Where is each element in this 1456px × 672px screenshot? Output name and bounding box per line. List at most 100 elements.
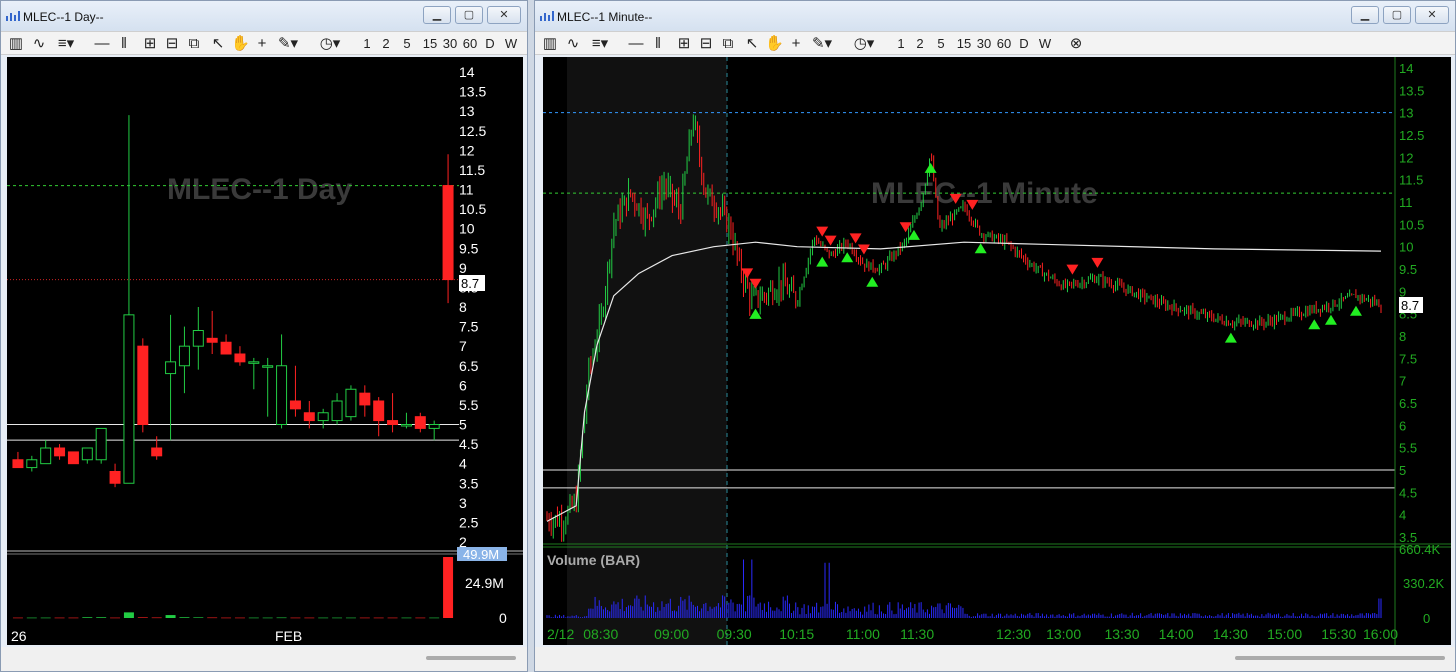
volume-bar (68, 617, 79, 619)
x-axis-label: 26 (11, 628, 27, 644)
minute-chart-svg: MLEC--1 Minute 1413.51312.51211.51110.51… (543, 57, 1451, 645)
sell-marker (749, 278, 762, 289)
candle-body (137, 345, 149, 425)
close-button[interactable]: ✕ (487, 6, 521, 24)
hand-icon[interactable]: ✋ (231, 35, 250, 53)
close-icon: ✕ (1427, 9, 1437, 21)
candle-body (442, 185, 454, 281)
indicator-icon[interactable]: ≡▾ (587, 35, 613, 53)
interval-1-button[interactable]: 1 (895, 35, 907, 53)
interval-week-button[interactable]: W (1037, 35, 1053, 53)
interval-2-button[interactable]: 2 (380, 35, 392, 53)
volume-bar (443, 557, 454, 618)
volume-bar (262, 617, 273, 619)
hand-icon[interactable]: ✋ (765, 35, 784, 53)
crosshair-icon[interactable]: + (787, 35, 805, 53)
clock-icon[interactable]: ◷▾ (849, 35, 879, 53)
draw-pencil-icon[interactable]: ✎▾ (807, 35, 837, 53)
chart-type-icon[interactable]: ▥ (541, 35, 559, 53)
volume-bar (193, 617, 204, 618)
candle-body (276, 365, 288, 425)
interval-60-button[interactable]: 60 (461, 35, 479, 53)
candle-body (165, 361, 177, 375)
candle-body (12, 459, 24, 469)
interval-day-button[interactable]: D (483, 35, 497, 53)
interval-day-button[interactable]: D (1017, 35, 1031, 53)
maximize-button[interactable]: ▢ (1383, 6, 1411, 24)
interval-1-button[interactable]: 1 (361, 35, 373, 53)
y-axis-label: 13 (1399, 106, 1413, 121)
volume-panel-label: Volume (BAR) (547, 552, 640, 568)
chart-type-icon[interactable]: ▥ (7, 35, 25, 53)
line-chart-icon[interactable]: ∿ (563, 35, 583, 53)
y-axis-label: 3 (459, 495, 467, 511)
horizontal-line-icon[interactable]: — (93, 35, 111, 53)
minimize-button[interactable]: ▁ (423, 6, 451, 24)
vertical-line-icon[interactable]: ‖ (115, 35, 133, 53)
title-bar[interactable]: MLEC--1 Minute-- ▁ ▢ ✕ (535, 1, 1455, 31)
volume-bar (276, 617, 287, 619)
y-axis-label: 8 (1399, 329, 1406, 344)
interval-60-button[interactable]: 60 (995, 35, 1013, 53)
candle-body (331, 400, 343, 422)
maximize-icon: ▢ (463, 9, 475, 21)
interval-15-button[interactable]: 15 (955, 35, 973, 53)
zoom-out-icon[interactable]: ⊟ (697, 35, 715, 53)
daily-chart-area[interactable]: MLEC--1 Day 14 13.5 13 12.5 12 11.5 11 10.5 10 9.… (7, 57, 523, 645)
volume-axis-label: 0 (1423, 611, 1430, 626)
interval-30-button[interactable]: 30 (975, 35, 993, 53)
minute-chart-area[interactable]: MLEC--1 Minute 14 13.5 13 12.5 12 11.5 11 10.5 1… (543, 57, 1451, 645)
y-axis-label: 12 (1399, 150, 1413, 165)
volume-bar (373, 617, 384, 619)
zoom-fit-icon[interactable]: ⧉ (719, 35, 737, 53)
candle-body (387, 420, 399, 426)
pointer-icon[interactable]: ↖ (743, 35, 761, 53)
horizontal-scrollbar[interactable] (1, 647, 527, 671)
candle-body (178, 345, 190, 367)
y-axis-label: 7 (459, 338, 467, 354)
interval-15-button[interactable]: 15 (421, 35, 439, 53)
candle-body (54, 447, 66, 457)
indicator-icon[interactable]: ≡▾ (53, 35, 79, 53)
maximize-button[interactable]: ▢ (455, 6, 483, 24)
horizontal-scrollbar[interactable] (535, 647, 1455, 671)
candle-body (81, 447, 93, 461)
vertical-line-icon[interactable]: ‖ (649, 35, 667, 53)
x-axis-label: 12:30 (996, 626, 1031, 642)
zoom-in-icon[interactable]: ⊞ (675, 35, 693, 53)
zoom-out-icon[interactable]: ⊟ (163, 35, 181, 53)
y-axis-label: 5.5 (1399, 441, 1417, 456)
sell-marker (824, 235, 837, 246)
scroll-thumb[interactable] (1235, 656, 1445, 660)
y-axis-label: 4.5 (1399, 485, 1417, 500)
horizontal-line-icon[interactable]: — (627, 35, 645, 53)
sell-marker (857, 244, 870, 255)
interval-week-button[interactable]: W (503, 35, 519, 53)
sell-marker (899, 222, 912, 233)
interval-5-button[interactable]: 5 (935, 35, 947, 53)
scroll-thumb[interactable] (426, 656, 516, 660)
y-axis-label: 10.5 (459, 201, 486, 217)
close-button[interactable]: ✕ (1415, 6, 1449, 24)
minimize-button[interactable]: ▁ (1351, 6, 1379, 24)
buy-marker (924, 162, 937, 173)
draw-pencil-icon[interactable]: ✎▾ (273, 35, 303, 53)
buy-marker (1308, 319, 1321, 330)
interval-30-button[interactable]: 30 (441, 35, 459, 53)
cancel-circle-icon[interactable]: ⊗ (1067, 35, 1085, 53)
clock-icon[interactable]: ◷▾ (315, 35, 345, 53)
volume-bar (401, 617, 412, 619)
line-chart-icon[interactable]: ∿ (29, 35, 49, 53)
interval-5-button[interactable]: 5 (401, 35, 413, 53)
zoom-in-icon[interactable]: ⊞ (141, 35, 159, 53)
buy-marker (841, 252, 854, 263)
y-axis-label: 8 (459, 299, 467, 315)
interval-2-button[interactable]: 2 (914, 35, 926, 53)
zoom-fit-icon[interactable]: ⧉ (185, 35, 203, 53)
crosshair-icon[interactable]: + (253, 35, 271, 53)
title-bar[interactable]: MLEC--1 Day-- ▁ ▢ ✕ (1, 1, 527, 31)
buy-marker (1324, 314, 1337, 325)
candle-body (206, 337, 218, 343)
pointer-icon[interactable]: ↖ (209, 35, 227, 53)
candle-body (234, 353, 246, 363)
